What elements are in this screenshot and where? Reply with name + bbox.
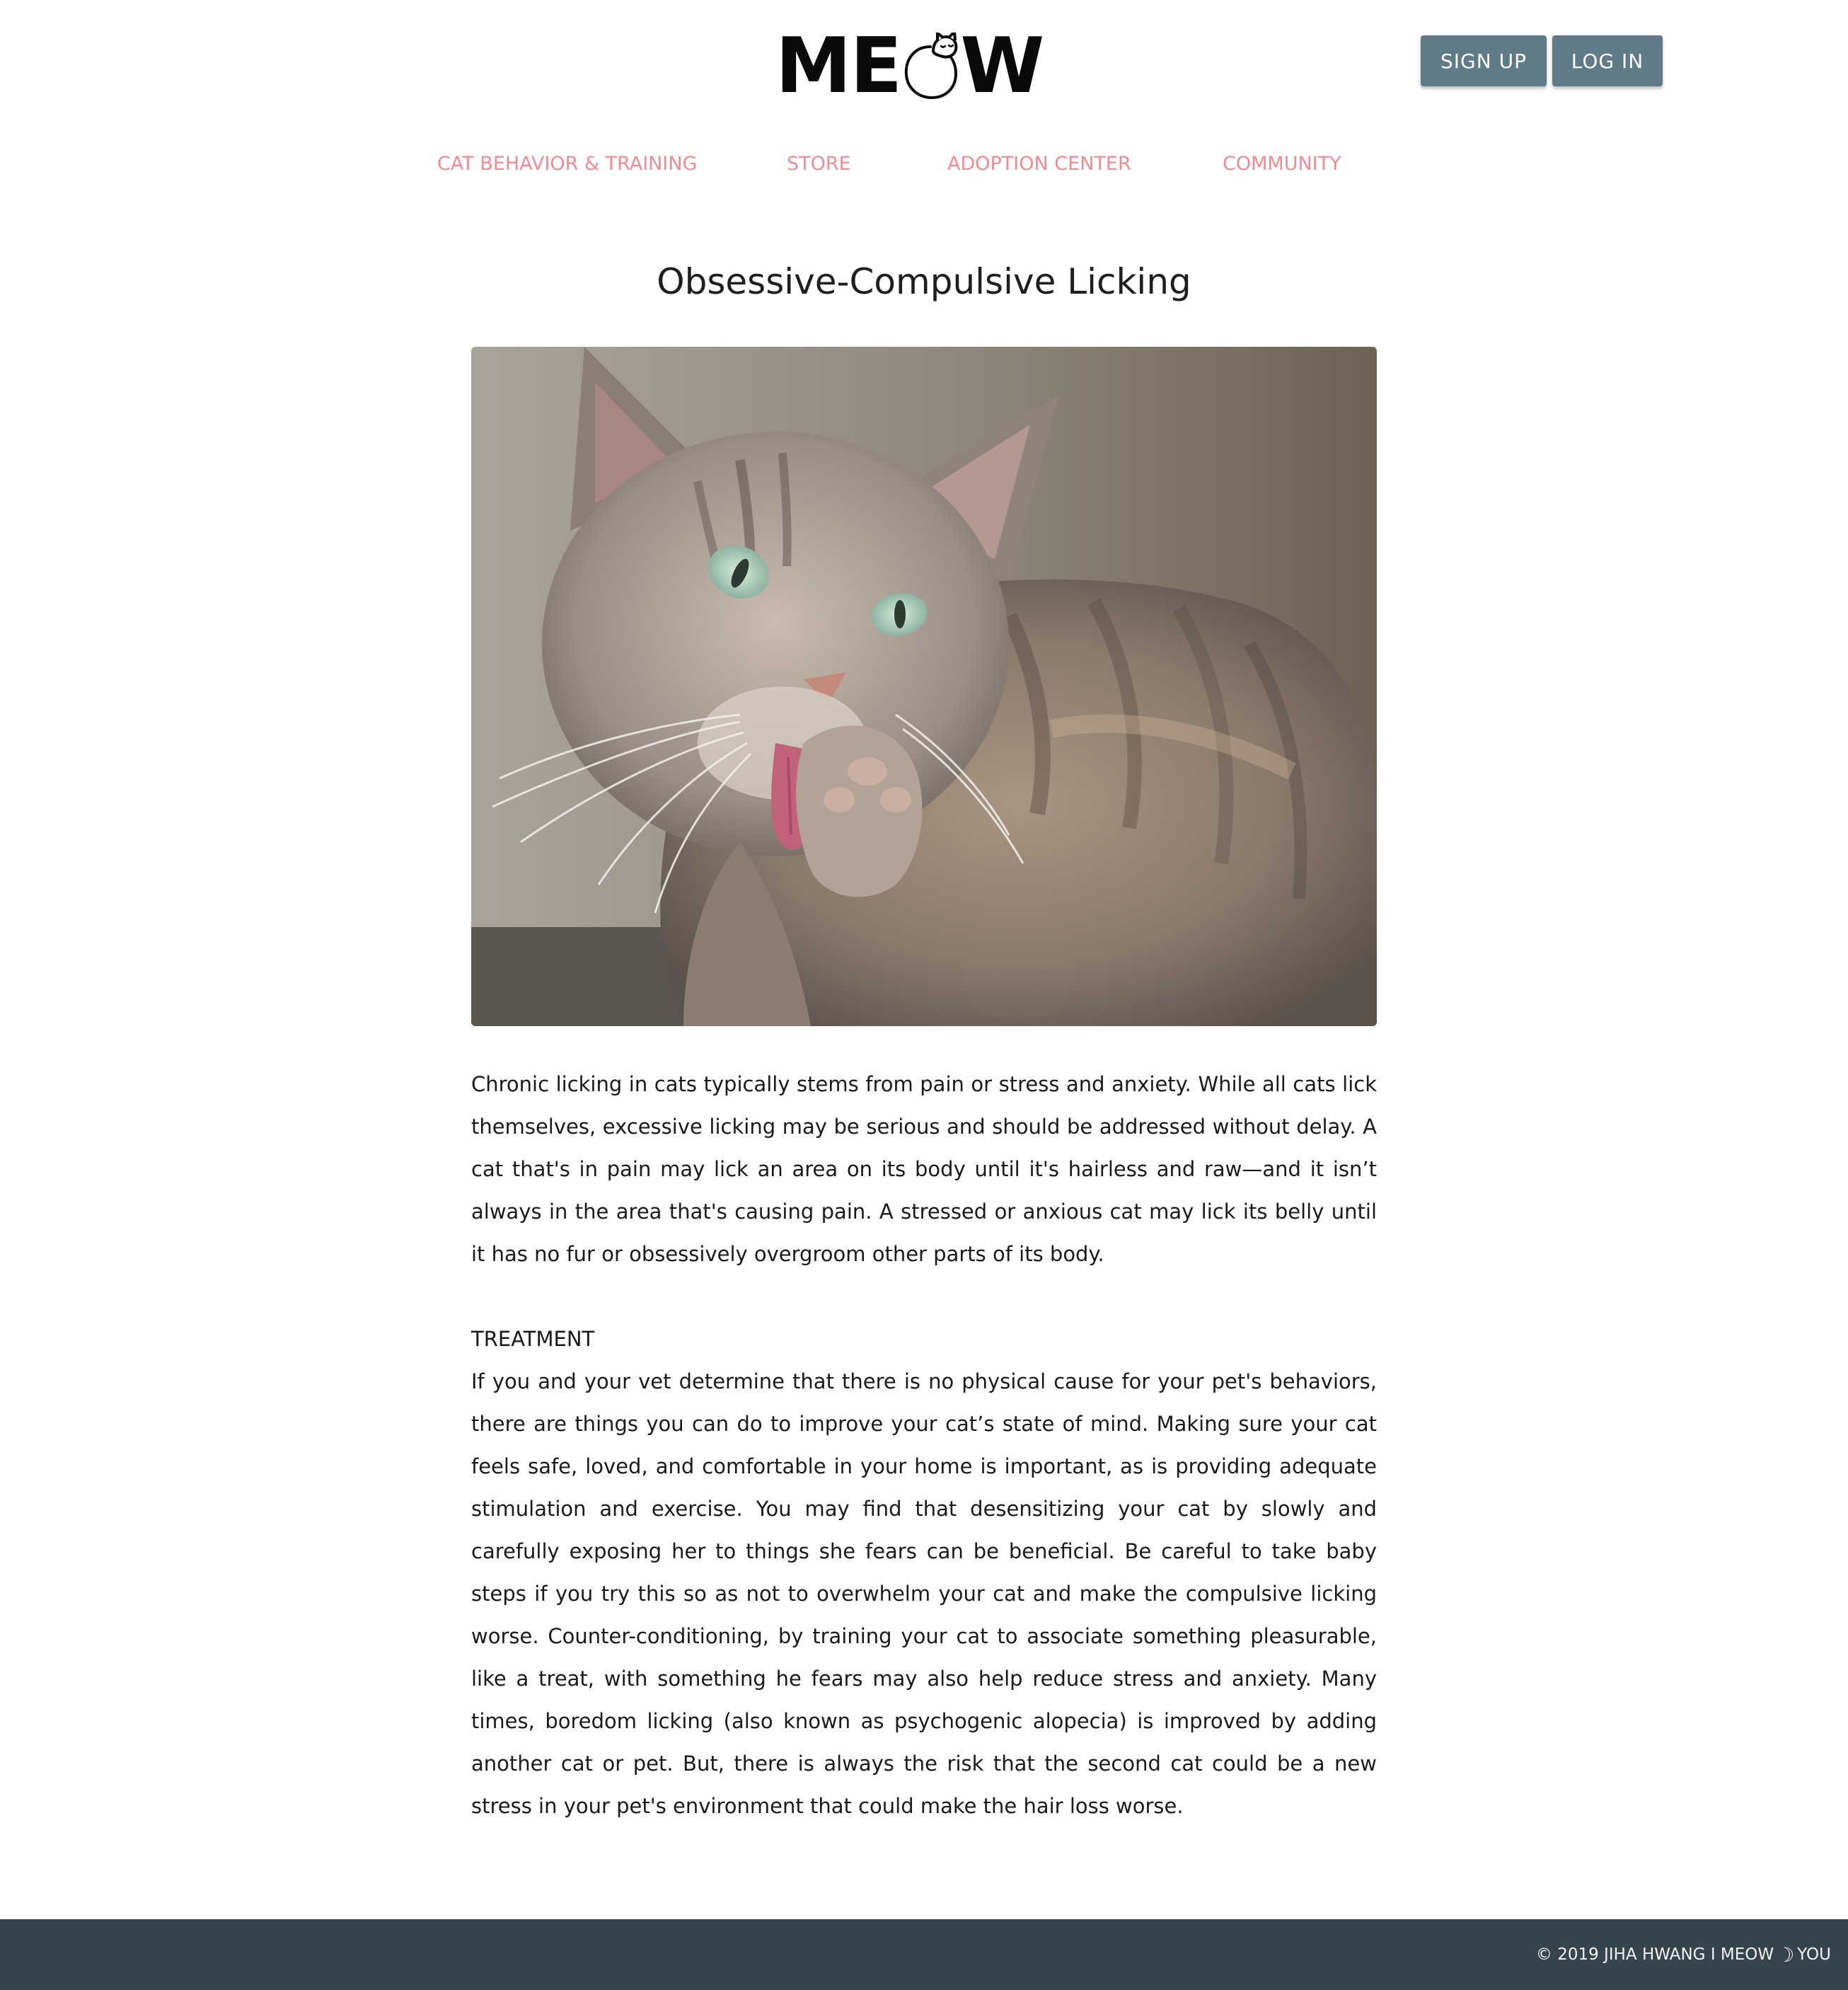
main-nav: CAT BEHAVIOR & TRAINING STORE ADOPTION C… (0, 149, 1848, 180)
moon-icon: ☽ (1777, 1943, 1795, 1967)
article-paragraph-treatment: If you and your vet determine that there… (471, 1369, 1377, 1818)
sleeping-cat-icon (902, 33, 959, 100)
article-paragraph-intro: Chronic licking in cats typically stems … (471, 1072, 1377, 1266)
nav-item-cat-behavior-training[interactable]: CAT BEHAVIOR & TRAINING (437, 149, 697, 180)
log-in-button[interactable]: LOG IN (1552, 35, 1663, 86)
footer-brand: I MEOW (1710, 1945, 1774, 1964)
footer-suffix: YOU (1797, 1945, 1831, 1964)
site-footer: © 2019 JIHA HWANG I MEOW ☽ YOU (0, 1919, 1848, 1990)
treatment-heading: TREATMENT (471, 1327, 595, 1351)
site-logo[interactable]: ME W (775, 22, 1044, 110)
logo-text-left: ME (775, 22, 902, 110)
footer-copyright: © 2019 JIHA HWANG I MEOW ☽ YOU (1536, 1919, 1831, 1990)
copyright-text: © 2019 JIHA HWANG (1535, 1945, 1706, 1964)
sign-up-button[interactable]: SIGN UP (1421, 35, 1547, 86)
nav-item-community[interactable]: COMMUNITY (1223, 149, 1341, 180)
article-title: Obsessive-Compulsive Licking (657, 261, 1191, 302)
logo-text-right: W (960, 22, 1044, 110)
auth-buttons: SIGN UP LOG IN (1421, 35, 1663, 86)
nav-item-store[interactable]: STORE (787, 149, 851, 180)
hero-image-cat-licking-paw (471, 347, 1377, 1026)
nav-item-adoption-center[interactable]: ADOPTION CENTER (947, 149, 1131, 180)
